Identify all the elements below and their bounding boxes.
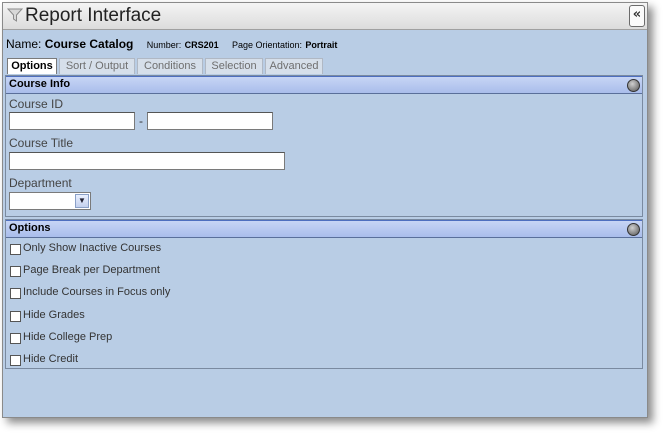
- tab-advanced[interactable]: Advanced: [265, 58, 323, 74]
- number-label: Number:: [146, 40, 182, 50]
- course-info-panel: Course Info Course ID - Course Title Dep…: [5, 75, 643, 217]
- department-label: Department: [9, 176, 72, 190]
- title-bar: Report Interface «: [3, 3, 647, 30]
- checkbox[interactable]: [10, 266, 21, 277]
- course-id-to-input[interactable]: [147, 112, 273, 130]
- checkbox[interactable]: [10, 244, 21, 255]
- report-number: CRS201: [184, 40, 219, 50]
- course-title-label: Course Title: [9, 136, 74, 150]
- options-title: Options: [9, 222, 51, 234]
- collapse-button[interactable]: «: [629, 5, 645, 27]
- checkbox[interactable]: [10, 311, 21, 322]
- options-header: Options: [6, 220, 642, 238]
- checkbox[interactable]: [10, 288, 21, 299]
- option-label: Hide College Prep: [23, 331, 113, 343]
- option-label: Include Courses in Focus only: [23, 286, 171, 298]
- checkbox[interactable]: [10, 355, 21, 366]
- checkbox[interactable]: [10, 333, 21, 344]
- options-panel: Options Only Show Inactive Courses Page …: [5, 219, 643, 369]
- report-interface-window: Report Interface « Name: Course Catalog …: [2, 2, 648, 418]
- report-name: Course Catalog: [44, 37, 134, 51]
- course-info-header: Course Info: [6, 76, 642, 94]
- department-select[interactable]: ▼: [9, 192, 91, 210]
- tab-options[interactable]: Options: [7, 58, 57, 74]
- course-id-label: Course ID: [9, 97, 64, 111]
- double-chevron-left-icon: «: [632, 7, 642, 22]
- name-label: Name:: [6, 37, 42, 51]
- tab-selection[interactable]: Selection: [205, 58, 263, 74]
- option-label: Hide Grades: [23, 309, 85, 321]
- window-title: Report Interface: [25, 5, 162, 26]
- collapse-circle-icon[interactable]: [627, 79, 640, 92]
- filter-icon: [7, 8, 23, 22]
- option-label: Page Break per Department: [23, 264, 160, 276]
- course-info-title: Course Info: [9, 78, 71, 90]
- option-label: Only Show Inactive Courses: [23, 242, 162, 254]
- orientation-label: Page Orientation:: [231, 40, 302, 50]
- option-label: Hide Credit: [23, 353, 79, 365]
- course-title-input[interactable]: [9, 152, 285, 170]
- chevron-down-icon[interactable]: ▼: [75, 194, 89, 208]
- course-id-separator: -: [139, 114, 143, 128]
- collapse-circle-icon[interactable]: [627, 223, 640, 236]
- report-info: Name: Course Catalog Number: CRS201 Page…: [6, 37, 337, 51]
- tab-conditions[interactable]: Conditions: [137, 58, 203, 74]
- course-id-from-input[interactable]: [9, 112, 135, 130]
- page-orientation: Portrait: [305, 40, 338, 50]
- tab-sort-output[interactable]: Sort / Output: [59, 58, 135, 74]
